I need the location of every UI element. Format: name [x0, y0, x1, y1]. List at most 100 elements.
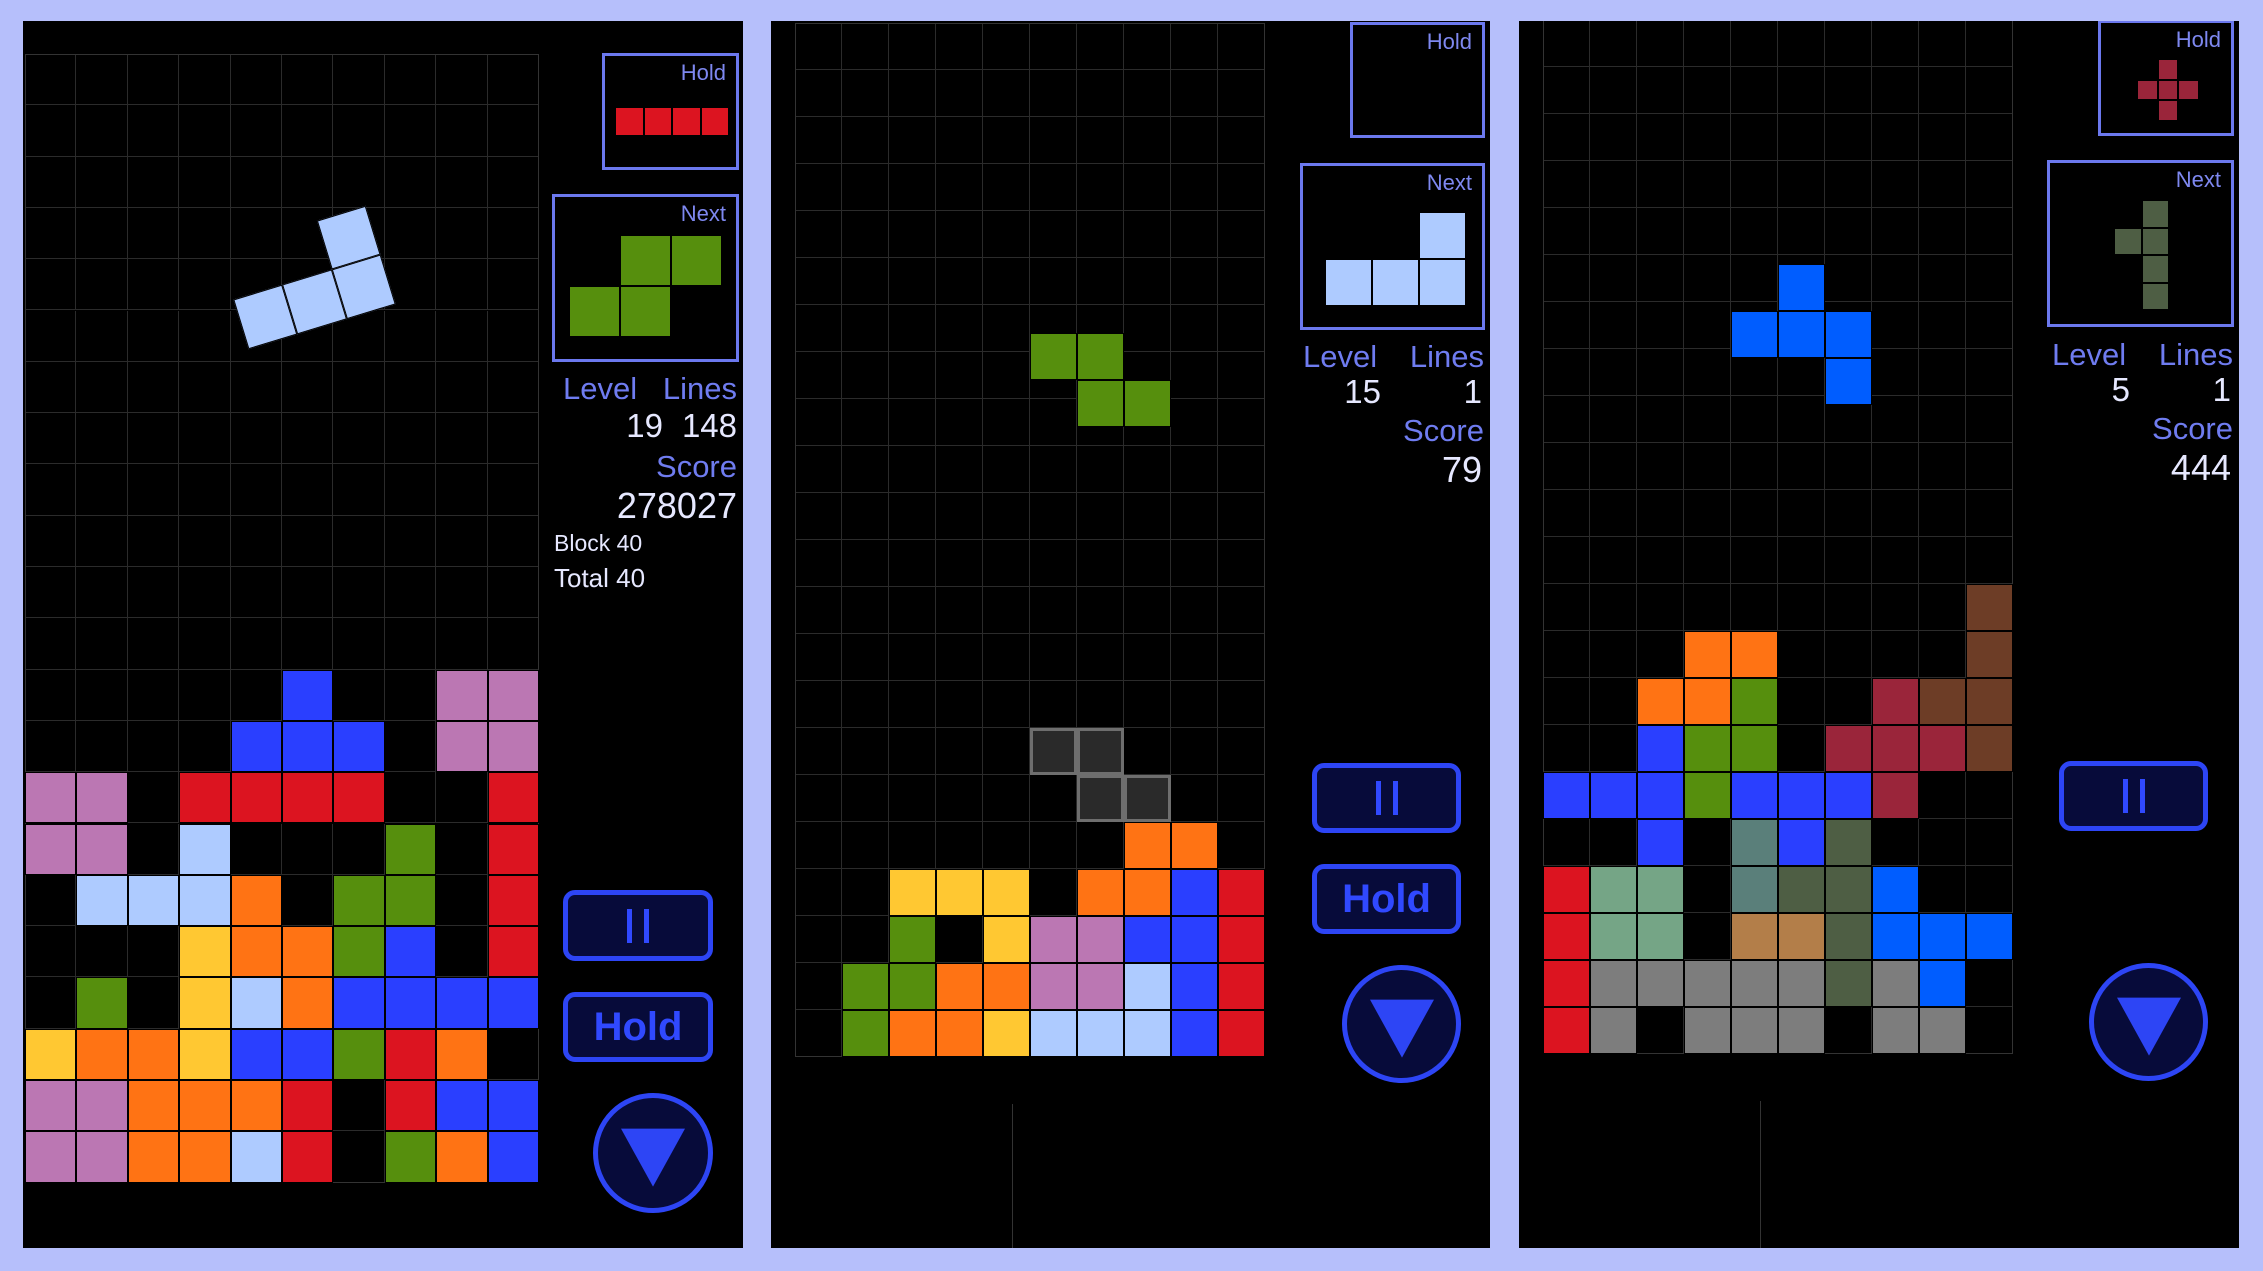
- locked-block: [487, 926, 539, 978]
- grid-cell: [1590, 208, 1637, 255]
- drop-button[interactable]: [593, 1093, 713, 1213]
- grid-cell: [1171, 587, 1218, 634]
- grid-cell: [795, 493, 842, 540]
- grid-cell: [1218, 117, 1265, 164]
- preview-block: [672, 107, 701, 136]
- grid-cell: [384, 720, 437, 773]
- locked-block: [1731, 866, 1778, 913]
- grid-cell: [282, 464, 334, 516]
- locked-block: [1731, 1007, 1778, 1054]
- locked-block: [384, 926, 437, 978]
- locked-block: [1543, 1007, 1590, 1054]
- lines-value: 1: [2212, 371, 2231, 408]
- grid-cell: [76, 926, 128, 978]
- locked-block: [487, 1080, 539, 1132]
- grid-cell: [282, 823, 334, 875]
- grid-cell: [1684, 490, 1731, 537]
- locked-block: [1684, 1007, 1731, 1054]
- locked-block: [179, 1080, 231, 1132]
- grid-cell: [1543, 537, 1590, 584]
- score-value: 79: [1441, 449, 1482, 490]
- locked-block: [1077, 869, 1124, 916]
- drop-button[interactable]: [2089, 963, 2208, 1081]
- level-value: 5: [2111, 371, 2130, 408]
- preview-block: [2137, 79, 2158, 100]
- grid-cell: [179, 105, 231, 157]
- locked-block: [1778, 866, 1825, 913]
- grid-cell: [1590, 396, 1637, 443]
- locked-block: [1825, 772, 1872, 819]
- grid-cell: [1637, 161, 1684, 208]
- grid-cell: [1919, 67, 1966, 114]
- game-board[interactable]: [795, 23, 1265, 1057]
- grid-cell: [1124, 493, 1171, 540]
- locked-block: [1543, 772, 1590, 819]
- grid-cell: [487, 310, 539, 362]
- grid-cell: [76, 259, 128, 311]
- down-arrow-icon: [1369, 999, 1434, 1058]
- grid-cell: [76, 413, 128, 465]
- game-board[interactable]: [25, 54, 539, 1183]
- locked-block: [842, 1010, 889, 1057]
- grid-cell: [1543, 631, 1590, 678]
- grid-cell: [1590, 255, 1637, 302]
- pause-icon: [2122, 779, 2145, 813]
- pause-button[interactable]: [563, 890, 713, 961]
- preview-block: [1325, 259, 1372, 306]
- grid-cell: [936, 916, 983, 963]
- grid-cell: [436, 874, 488, 927]
- grid-cell: [1919, 302, 1966, 349]
- locked-block: [76, 977, 128, 1029]
- grid-cell: [1637, 396, 1684, 443]
- grid-cell: [1778, 678, 1825, 725]
- locked-block: [179, 926, 231, 978]
- grid-cell: [230, 464, 282, 516]
- grid-cell: [179, 156, 231, 208]
- grid-cell: [25, 977, 77, 1029]
- grid-cell: [1171, 211, 1218, 258]
- grid-cell: [1218, 446, 1265, 493]
- locked-block: [282, 669, 334, 721]
- grid-cell: [76, 54, 128, 106]
- grid-cell: [1171, 352, 1218, 399]
- locked-block: [1825, 725, 1872, 772]
- hold-button[interactable]: Hold: [1312, 864, 1461, 934]
- drop-button[interactable]: [1342, 965, 1461, 1083]
- locked-block: [1966, 678, 2013, 725]
- grid-cell: [1966, 349, 2013, 396]
- locked-block: [76, 823, 128, 875]
- grid-cell: [842, 587, 889, 634]
- pause-icon: [1375, 781, 1398, 815]
- divider-line: [1760, 1101, 1761, 1248]
- grid-cell: [1030, 681, 1077, 728]
- grid-cell: [842, 117, 889, 164]
- grid-cell: [795, 117, 842, 164]
- grid-cell: [127, 464, 180, 516]
- grid-cell: [487, 515, 539, 567]
- grid-cell: [230, 515, 282, 567]
- locked-block: [1684, 960, 1731, 1007]
- locked-block: [230, 772, 282, 824]
- locked-block: [1637, 960, 1684, 1007]
- grid-cell: [1124, 258, 1171, 305]
- grid-cell: [795, 728, 842, 775]
- locked-block: [436, 1080, 488, 1132]
- lines-value: 1: [1463, 373, 1482, 410]
- pause-button[interactable]: [1312, 763, 1461, 833]
- grid-cell: [25, 567, 77, 619]
- grid-cell: [1637, 302, 1684, 349]
- grid-cell: [25, 669, 77, 721]
- grid-cell: [179, 54, 231, 106]
- grid-cell: [230, 413, 282, 465]
- grid-cell: [889, 775, 936, 822]
- pause-button[interactable]: [2059, 761, 2208, 831]
- preview-block: [671, 235, 722, 286]
- grid-cell: [25, 259, 77, 311]
- locked-block: [333, 772, 385, 824]
- grid-cell: [487, 567, 539, 619]
- grid-cell: [983, 587, 1030, 634]
- locked-block: [436, 977, 488, 1029]
- grid-cell: [179, 464, 231, 516]
- hold-button[interactable]: Hold: [563, 992, 713, 1062]
- game-board[interactable]: [1543, 21, 2013, 1054]
